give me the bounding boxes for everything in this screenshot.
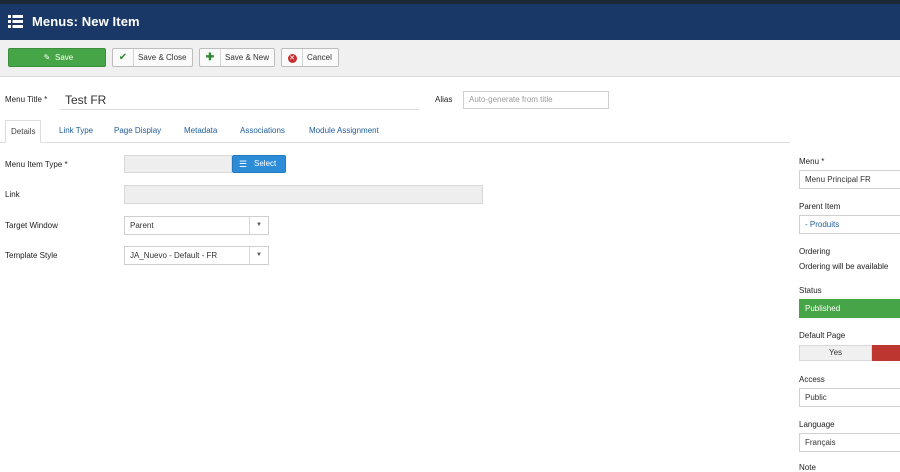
note-label: Note	[799, 463, 816, 472]
list-icon: ☰	[239, 159, 248, 169]
check-icon: ✔	[113, 49, 134, 66]
menu-title-input[interactable]: Test FR	[60, 90, 419, 110]
list-icon	[8, 15, 23, 28]
status-select[interactable]: Published	[799, 299, 900, 318]
default-page-label: Default Page	[799, 331, 846, 340]
menu-select[interactable]: Menu Principal FR	[799, 170, 900, 189]
caret-down-icon: ▼	[249, 247, 268, 264]
save-close-button[interactable]: ✔ Save & Close	[112, 48, 193, 67]
toolbar: ✎ Save ✔ Save & Close ✚ Save & New ✕ Can…	[0, 40, 900, 77]
template-style-select[interactable]: JA_Nuevo - Default - FR ▼	[124, 246, 269, 265]
language-label: Language	[799, 420, 835, 429]
cancel-icon: ✕	[282, 49, 303, 66]
parent-item-label: Parent Item	[799, 202, 841, 211]
tab-associations[interactable]: Associations	[240, 120, 285, 142]
menu-title-label: Menu Title *	[5, 95, 48, 104]
cancel-button[interactable]: ✕ Cancel	[281, 48, 339, 67]
menu-label: Menu *	[799, 157, 825, 166]
menu-item-type-label: Menu Item Type *	[5, 160, 68, 169]
tab-link-type[interactable]: Link Type	[59, 120, 93, 142]
save-button[interactable]: ✎ Save	[8, 48, 106, 67]
alias-placeholder: Auto-generate from title	[469, 95, 553, 104]
access-label: Access	[799, 375, 825, 384]
parent-item-select[interactable]: - Produits	[799, 215, 900, 234]
alias-input[interactable]: Auto-generate from title	[463, 91, 609, 109]
edit-icon: ✎	[43, 53, 51, 62]
default-page-yes[interactable]: Yes	[799, 345, 872, 361]
save-new-label: Save & New	[225, 53, 270, 62]
ordering-text: Ordering will be available	[799, 262, 889, 271]
language-select[interactable]: Français	[799, 433, 900, 452]
target-window-label: Target Window	[5, 221, 58, 230]
template-style-label: Template Style	[5, 251, 58, 260]
status-label: Status	[799, 286, 822, 295]
tab-page-display[interactable]: Page Display	[114, 120, 161, 142]
alias-label: Alias	[435, 95, 453, 104]
cancel-label: Cancel	[307, 53, 332, 62]
template-style-value: JA_Nuevo - Default - FR	[130, 251, 218, 260]
save-new-button[interactable]: ✚ Save & New	[199, 48, 275, 67]
save-close-label: Save & Close	[138, 53, 187, 62]
link-field	[124, 185, 483, 204]
ordering-label: Ordering	[799, 247, 831, 256]
tab-bar: Details Link Type Page Display Metadata …	[0, 120, 790, 143]
tab-module-assignment[interactable]: Module Assignment	[309, 120, 379, 142]
menu-item-type-field	[124, 155, 232, 173]
caret-down-icon: ▼	[249, 217, 268, 234]
save-button-label: Save	[55, 53, 74, 62]
tab-details[interactable]: Details	[5, 120, 42, 143]
target-window-value: Parent	[130, 221, 154, 230]
link-label: Link	[5, 190, 20, 199]
default-page-toggle: Yes	[799, 345, 900, 361]
page-header: Menus: New Item	[0, 4, 900, 40]
select-button[interactable]: ☰ Select	[232, 155, 286, 173]
plus-icon: ✚	[200, 49, 221, 66]
target-window-select[interactable]: Parent ▼	[124, 216, 269, 235]
tab-metadata[interactable]: Metadata	[184, 120, 217, 142]
page-title: Menus: New Item	[32, 14, 140, 29]
access-select[interactable]: Public	[799, 388, 900, 407]
select-button-label: Select	[254, 159, 277, 168]
default-page-no[interactable]	[872, 345, 900, 361]
